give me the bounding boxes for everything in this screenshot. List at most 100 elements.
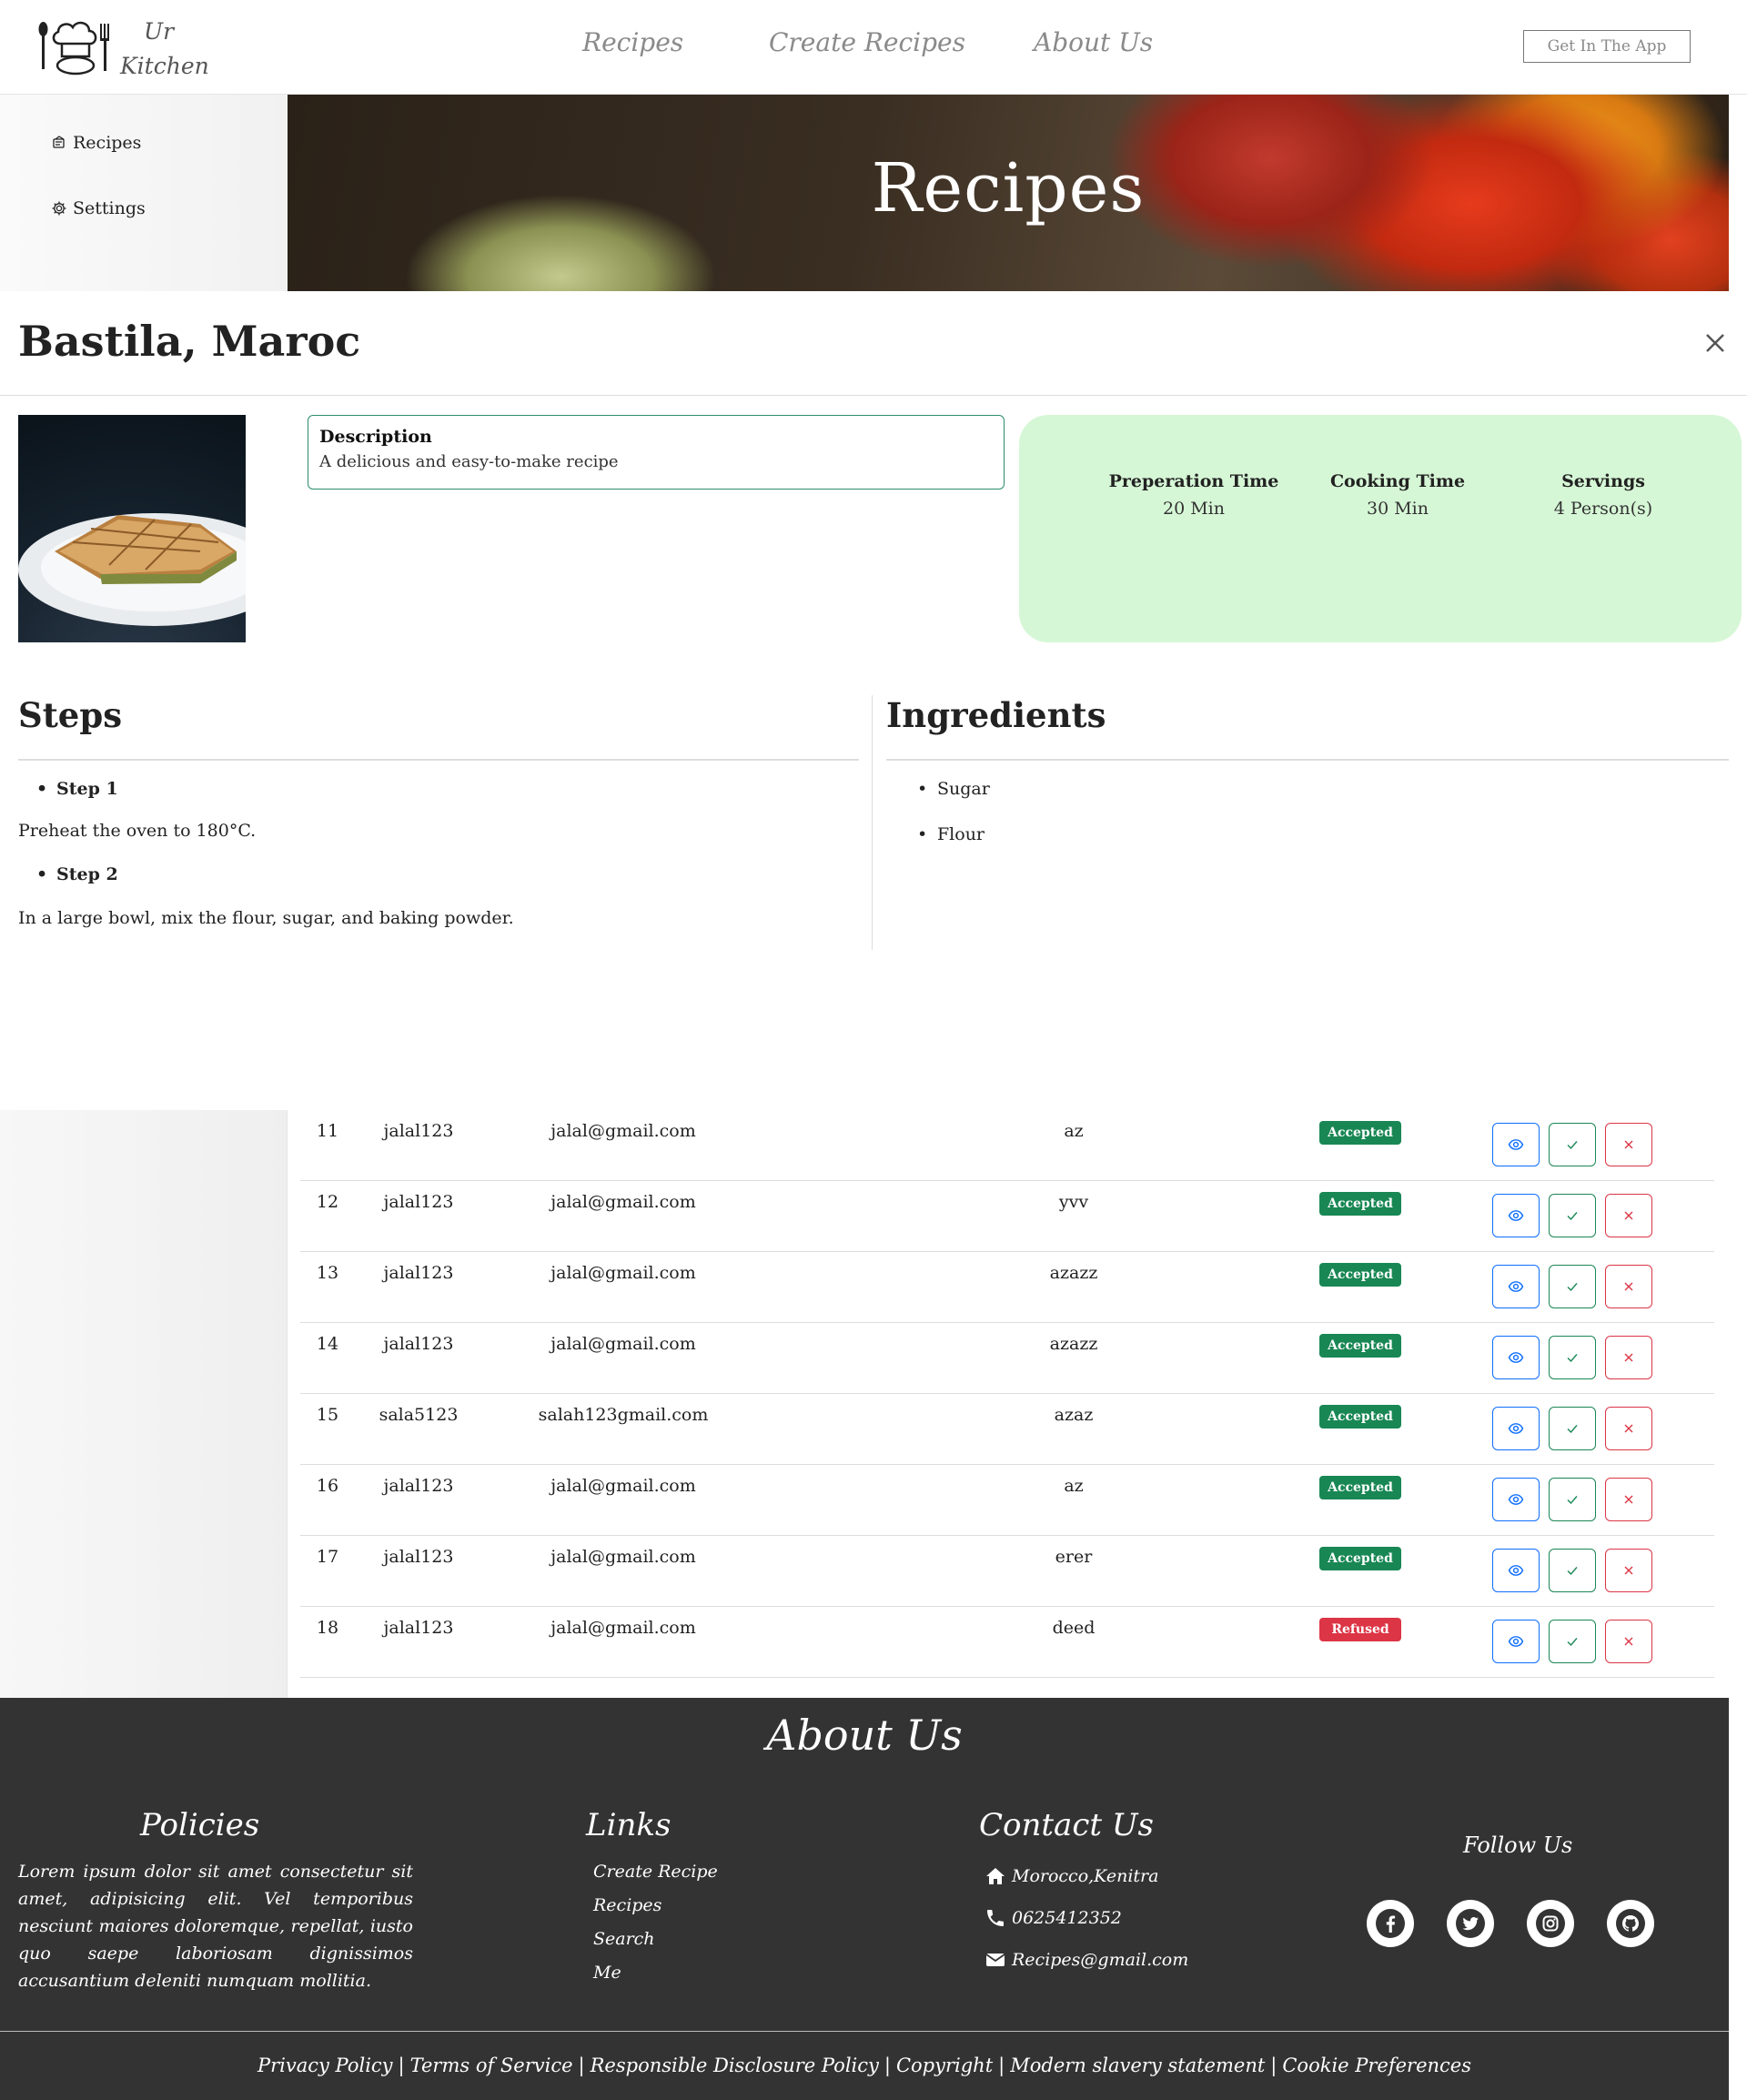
copyright-link[interactable]: Copyright	[896, 2055, 993, 2076]
phone-icon	[987, 1910, 1004, 1926]
modern-slavery-link[interactable]: Modern slavery statement	[1010, 2055, 1265, 2076]
refuse-button[interactable]	[1605, 1478, 1652, 1521]
table-row: 16 jalal123 jalal@gmail.com az Accepted	[300, 1465, 1714, 1536]
cell-username: jalal123	[383, 1476, 454, 1496]
footer-link-recipes[interactable]: Recipes	[593, 1895, 661, 1915]
prep-time: Preperation Time 20 Min	[1094, 471, 1294, 519]
footer-link-create-recipe[interactable]: Create Recipe	[593, 1862, 718, 1882]
instagram-icon[interactable]	[1527, 1900, 1574, 1947]
view-button[interactable]	[1492, 1265, 1540, 1308]
view-button[interactable]	[1492, 1123, 1540, 1166]
table-row: 11 jalal123 jalal@gmail.com az Accepted	[300, 1110, 1714, 1181]
cell-recipe: azaz	[1054, 1405, 1094, 1425]
cooking-time-value: 30 Min	[1367, 499, 1429, 519]
twitter-icon[interactable]	[1447, 1900, 1494, 1947]
facebook-icon[interactable]	[1367, 1900, 1414, 1947]
cell-id: 16	[316, 1476, 339, 1496]
close-icon[interactable]	[1702, 329, 1729, 357]
footer: About Us Policies Lorem ipsum dolor sit …	[0, 1698, 1729, 2100]
check-icon	[1567, 1496, 1578, 1505]
cell-username: jalal123	[383, 1547, 454, 1567]
contact-phone-text: 0625412352	[1012, 1908, 1122, 1928]
cooking-time-label: Cooking Time	[1329, 471, 1466, 491]
footer-link-me[interactable]: Me	[593, 1963, 621, 1983]
description-box: Description A delicious and easy-to-make…	[308, 415, 1005, 490]
refuse-button[interactable]	[1605, 1265, 1652, 1308]
view-button[interactable]	[1492, 1407, 1540, 1450]
x-icon	[1624, 1637, 1633, 1646]
cell-recipe: azazz	[1049, 1263, 1098, 1283]
accept-button[interactable]	[1549, 1265, 1596, 1308]
description-label: Description	[319, 427, 432, 447]
refuse-button[interactable]	[1605, 1194, 1652, 1237]
accept-button[interactable]	[1549, 1407, 1596, 1450]
x-icon	[1624, 1566, 1633, 1575]
ingredient-item: Sugar	[917, 779, 990, 799]
contact-title: Contact Us	[979, 1807, 1154, 1843]
sidebar-item-settings[interactable]: Settings	[51, 198, 146, 218]
terms-of-service-link[interactable]: Terms of Service	[410, 2055, 573, 2076]
cookie-preferences-link[interactable]: Cookie Preferences	[1282, 2055, 1471, 2076]
cell-username: jalal123	[383, 1618, 454, 1638]
sidebar-item-recipes[interactable]: Recipes	[51, 133, 141, 153]
refuse-button[interactable]	[1605, 1620, 1652, 1663]
prep-time-value: 20 Min	[1163, 499, 1225, 519]
privacy-policy-link[interactable]: Privacy Policy	[258, 2055, 393, 2076]
eye-icon	[1508, 1352, 1524, 1363]
get-in-the-app-button[interactable]: Get In The App	[1523, 30, 1691, 63]
view-button[interactable]	[1492, 1478, 1540, 1521]
accept-button[interactable]	[1549, 1549, 1596, 1592]
table-row: 12 jalal123 jalal@gmail.com yvv Accepted	[300, 1181, 1714, 1252]
eye-icon	[1508, 1281, 1524, 1292]
prep-time-label: Preperation Time	[1108, 471, 1279, 491]
status-badge: Accepted	[1319, 1476, 1401, 1499]
cell-email: jalal@gmail.com	[550, 1192, 696, 1212]
github-icon[interactable]	[1607, 1900, 1654, 1947]
description-text: A delicious and easy-to-make recipe	[319, 452, 619, 471]
check-icon	[1567, 1638, 1578, 1647]
accept-button[interactable]	[1549, 1620, 1596, 1663]
view-button[interactable]	[1492, 1336, 1540, 1379]
cell-username: jalal123	[383, 1263, 454, 1283]
eye-icon	[1508, 1139, 1524, 1150]
recipe-book-icon	[53, 136, 65, 148]
modal-divider	[0, 395, 1747, 396]
cell-recipe: azazz	[1049, 1334, 1098, 1354]
hero-title: Recipes	[871, 149, 1146, 227]
check-icon	[1567, 1141, 1578, 1150]
servings-label: Servings	[1561, 471, 1645, 491]
accept-button[interactable]	[1549, 1194, 1596, 1237]
gear-icon	[52, 201, 66, 216]
accept-button[interactable]	[1549, 1336, 1596, 1379]
x-icon	[1624, 1211, 1633, 1220]
cooking-time: Cooking Time 30 Min	[1298, 471, 1498, 519]
home-icon	[986, 1868, 1005, 1884]
view-button[interactable]	[1492, 1194, 1540, 1237]
refuse-button[interactable]	[1605, 1123, 1652, 1166]
brand-logo[interactable]: Ur Kitchen	[36, 15, 218, 82]
refuse-button[interactable]	[1605, 1407, 1652, 1450]
cell-email: jalal@gmail.com	[550, 1334, 696, 1354]
refuse-button[interactable]	[1605, 1336, 1652, 1379]
recipe-detail-modal: Bastila, Maroc Description A delicious a…	[0, 291, 1747, 1110]
cell-id: 14	[316, 1334, 339, 1354]
cell-id: 17	[316, 1547, 339, 1567]
cell-email: salah123gmail.com	[538, 1405, 709, 1425]
accept-button[interactable]	[1549, 1123, 1596, 1166]
cell-recipe: erer	[1055, 1547, 1093, 1567]
nav-create-recipes[interactable]: Create Recipes	[769, 27, 965, 57]
view-button[interactable]	[1492, 1620, 1540, 1663]
responsible-disclosure-link[interactable]: Responsible Disclosure Policy	[591, 2055, 879, 2076]
view-button[interactable]	[1492, 1549, 1540, 1592]
row-divider	[300, 1677, 1714, 1678]
footer-link-search[interactable]: Search	[593, 1929, 655, 1949]
nav-recipes[interactable]: Recipes	[582, 27, 683, 57]
nav-about-us[interactable]: About Us	[1034, 27, 1153, 57]
sidebar: Recipes Settings	[0, 95, 288, 291]
step-2-label: Step 2	[36, 864, 118, 884]
brand-line-2: Kitchen	[120, 53, 209, 79]
refuse-button[interactable]	[1605, 1549, 1652, 1592]
accept-button[interactable]	[1549, 1478, 1596, 1521]
status-badge: Accepted	[1319, 1121, 1401, 1145]
status-badge: Accepted	[1319, 1263, 1401, 1287]
